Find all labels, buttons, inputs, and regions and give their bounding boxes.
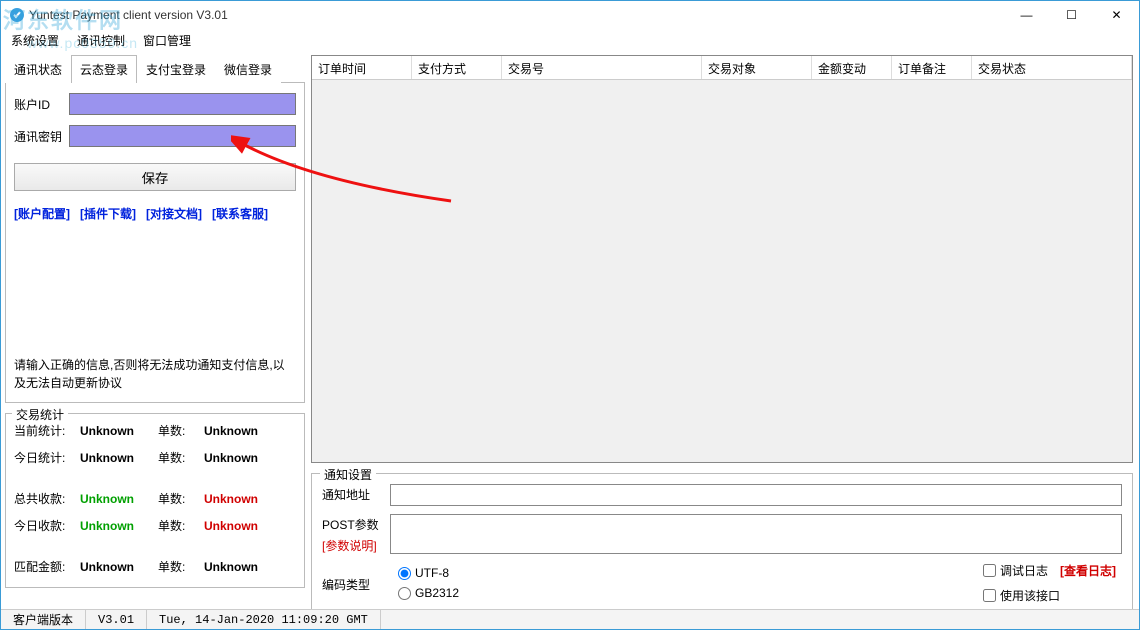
link-contact-support[interactable]: [联系客服] [212, 205, 268, 222]
left-tabs: 通讯状态 云态登录 支付宝登录 微信登录 [5, 55, 305, 83]
th-amount[interactable]: 金额变动 [812, 56, 892, 79]
status-version: V3.01 [86, 610, 147, 629]
stat-value: Unknown [204, 424, 274, 438]
table-header: 订单时间 支付方式 交易号 交易对象 金额变动 订单备注 交易状态 [312, 56, 1132, 80]
stat-value: Unknown [80, 424, 150, 438]
tab-alipay-login[interactable]: 支付宝登录 [137, 55, 215, 83]
stat-value: Unknown [80, 560, 150, 574]
tab-body: 账户ID 通讯密钥 保存 [账户配置] [插件下载] [对接文档] [联系客服]… [5, 83, 305, 403]
stat-label: 匹配金额: [14, 558, 72, 575]
window-title: Yuntest Payment client version V3.01 [29, 8, 228, 22]
tab-comm-status[interactable]: 通讯状态 [5, 55, 71, 83]
th-txn-target[interactable]: 交易对象 [702, 56, 812, 79]
save-button[interactable]: 保存 [14, 163, 296, 191]
status-client-version-label: 客户端版本 [1, 610, 86, 629]
stats-box: 交易统计 当前统计: Unknown 单数: Unknown 今日统计: Unk… [5, 413, 305, 588]
menu-window[interactable]: 窗口管理 [143, 32, 191, 49]
stats-legend: 交易统计 [12, 406, 68, 423]
notify-legend: 通知设置 [320, 466, 376, 483]
notify-addr-input[interactable] [390, 484, 1122, 506]
post-param-label: POST参数 [322, 518, 379, 532]
th-status[interactable]: 交易状态 [972, 56, 1132, 79]
stat-label: 单数: [158, 558, 196, 575]
radio-gb2312[interactable]: GB2312 [398, 586, 459, 600]
th-remark[interactable]: 订单备注 [892, 56, 972, 79]
account-id-label: 账户ID [14, 96, 69, 113]
account-id-input[interactable] [69, 93, 296, 115]
titlebar: Yuntest Payment client version V3.01 — ☐… [1, 1, 1139, 29]
encoding-label: 编码类型 [322, 574, 382, 593]
stat-label: 单数: [158, 422, 196, 439]
th-pay-method[interactable]: 支付方式 [412, 56, 502, 79]
minimize-button[interactable]: — [1004, 1, 1049, 29]
link-account-config[interactable]: [账户配置] [14, 205, 70, 222]
stat-value: Unknown [80, 451, 150, 465]
stat-value: Unknown [204, 560, 274, 574]
checkbox-debug-log[interactable]: 调试日志 [983, 562, 1048, 579]
stat-value: Unknown [204, 492, 274, 506]
comm-key-label: 通讯密钥 [14, 128, 69, 145]
menu-system[interactable]: 系统设置 [11, 32, 59, 49]
form-hint: 请输入正确的信息,否则将无法成功通知支付信息,以及无法自动更新协议 [14, 356, 296, 392]
th-txn-id[interactable]: 交易号 [502, 56, 702, 79]
stat-label: 今日收款: [14, 517, 72, 534]
statusbar: 客户端版本 V3.01 Tue, 14-Jan-2020 11:09:20 GM… [1, 609, 1139, 629]
post-param-input[interactable] [390, 514, 1122, 554]
link-api-docs[interactable]: [对接文档] [146, 205, 202, 222]
tab-cloud-login[interactable]: 云态登录 [71, 55, 137, 83]
stat-label: 单数: [158, 517, 196, 534]
app-icon [9, 7, 25, 23]
stat-value: Unknown [80, 492, 150, 506]
stat-label: 当前统计: [14, 422, 72, 439]
notify-addr-label: 通知地址 [322, 484, 382, 503]
menu-comm[interactable]: 通讯控制 [77, 32, 125, 49]
stat-label: 总共收款: [14, 490, 72, 507]
stat-value: Unknown [204, 519, 274, 533]
radio-utf8[interactable]: UTF-8 [398, 566, 459, 580]
view-log-link[interactable]: [查看日志] [1060, 562, 1116, 579]
maximize-button[interactable]: ☐ [1049, 1, 1094, 29]
th-order-time[interactable]: 订单时间 [312, 56, 412, 79]
stat-label: 单数: [158, 449, 196, 466]
checkbox-use-port[interactable]: 使用该接口 [983, 587, 1060, 604]
stat-label: 单数: [158, 490, 196, 507]
stat-value: Unknown [80, 519, 150, 533]
status-datetime: Tue, 14-Jan-2020 11:09:20 GMT [147, 610, 381, 629]
menubar: 系统设置 通讯控制 窗口管理 [1, 29, 1139, 51]
post-param-hint[interactable]: [参数说明] [322, 537, 382, 554]
comm-key-input[interactable] [69, 125, 296, 147]
stat-label: 今日统计: [14, 449, 72, 466]
tab-wechat-login[interactable]: 微信登录 [215, 55, 281, 83]
stat-value: Unknown [204, 451, 274, 465]
order-table[interactable]: 订单时间 支付方式 交易号 交易对象 金额变动 订单备注 交易状态 [311, 55, 1133, 463]
close-button[interactable]: ✕ [1094, 1, 1139, 29]
notify-settings: 通知设置 通知地址 POST参数 [参数说明] 编码类型 UTF-8 GB231… [311, 473, 1133, 611]
link-plugin-download[interactable]: [插件下载] [80, 205, 136, 222]
